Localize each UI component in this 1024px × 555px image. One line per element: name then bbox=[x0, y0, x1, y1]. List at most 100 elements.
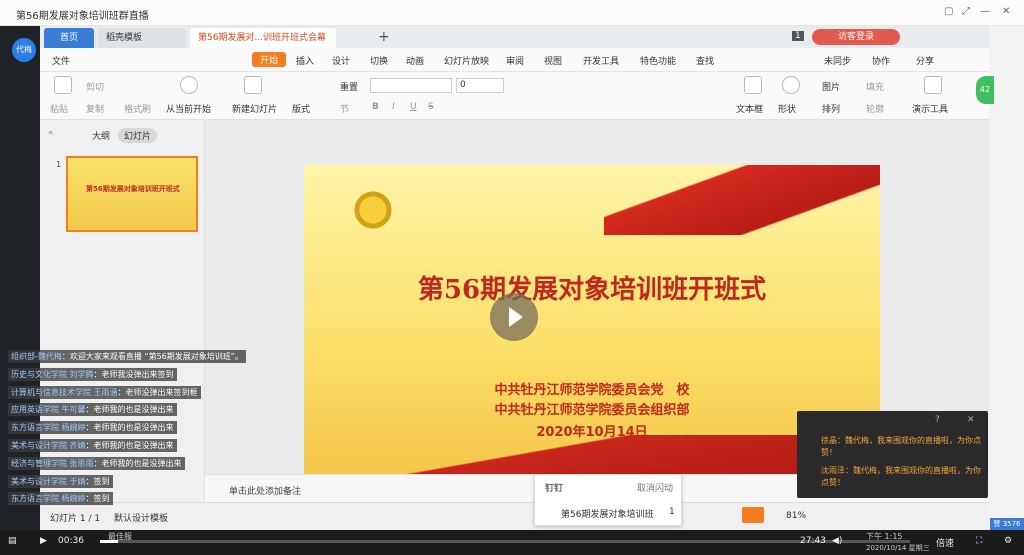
comment-item: 美术与设计学院 齐婧：老师我的也是没弹出来 bbox=[8, 439, 177, 452]
from-current-button[interactable]: 从当前开始 bbox=[166, 102, 211, 115]
menu-design[interactable]: 设计 bbox=[332, 54, 350, 67]
menu-animation[interactable]: 动画 bbox=[406, 54, 424, 67]
unsync-status[interactable]: 未同步 bbox=[824, 54, 851, 67]
format-painter-button[interactable]: 格式刷 bbox=[124, 102, 151, 115]
menu-search[interactable]: 查找 bbox=[696, 54, 714, 67]
tab-home[interactable]: 首页 bbox=[44, 28, 94, 48]
comment-author: 计算机与信息技术学院 王雨涵 bbox=[11, 387, 118, 397]
font-family-select[interactable] bbox=[370, 78, 452, 93]
shape-button[interactable]: 形状 bbox=[778, 102, 796, 115]
close-icon[interactable]: ✕ bbox=[1002, 6, 1010, 17]
section-button[interactable]: 节 bbox=[340, 102, 349, 115]
collab-button[interactable]: 协作 bbox=[872, 54, 890, 67]
paste-icon[interactable] bbox=[54, 76, 72, 94]
copy-button[interactable]: 复制 bbox=[86, 102, 104, 115]
italic-icon[interactable]: I bbox=[392, 102, 395, 112]
menu-review[interactable]: 审阅 bbox=[506, 54, 524, 67]
status-bar: 幻灯片 1 / 1 默认设计模板 81% bbox=[40, 502, 989, 530]
slideshow-play-button[interactable] bbox=[742, 507, 764, 523]
popup-close-icon[interactable]: ✕ bbox=[967, 415, 975, 425]
collapse-panel-icon[interactable]: « bbox=[48, 128, 54, 138]
slides-tab[interactable]: 幻灯片 bbox=[118, 128, 158, 143]
font-size-select[interactable]: 0 bbox=[456, 78, 504, 93]
comment-text: ：老师我的也是没弹出来 bbox=[85, 441, 174, 450]
dingding-item[interactable]: 第56期发展对象培训班 bbox=[561, 507, 653, 520]
new-slide-icon[interactable] bbox=[244, 76, 262, 94]
fullscreen-player-icon[interactable]: ⛶ bbox=[976, 536, 982, 546]
share-button[interactable]: 分享 bbox=[916, 54, 934, 67]
new-slide-button[interactable]: 新建幻灯片 bbox=[232, 102, 277, 115]
underline-icon[interactable]: U bbox=[410, 102, 417, 112]
shape-icon[interactable] bbox=[782, 76, 800, 94]
visitor-login-button[interactable]: 访客登录 bbox=[812, 29, 900, 45]
menu-bar: 文件 开始 插入 设计 切换 动画 幻灯片放映 审阅 视图 开发工具 特色功能 … bbox=[40, 48, 989, 72]
comment-text: ：老师我的也是没弹出来 bbox=[93, 458, 182, 468]
cancel-flash-button[interactable]: 取消闪动 bbox=[637, 481, 673, 494]
comment-item: 东方语言学院 杨婉婷：签到 bbox=[8, 492, 113, 506]
play-pause-icon[interactable]: ▶ bbox=[40, 536, 47, 546]
comment-item: 组织部-魏代梅：欢迎大家来观看直播 “第56期发展对象培训班”。 bbox=[8, 350, 246, 363]
speed-button[interactable]: 倍速 bbox=[936, 536, 954, 549]
page-count-badge: 1 bbox=[792, 31, 804, 41]
comment-author: 应用英语学院 牛可馨 bbox=[11, 405, 86, 415]
present-tools-icon[interactable] bbox=[924, 76, 942, 94]
progress-bar[interactable] bbox=[100, 540, 910, 543]
volume-icon[interactable]: ◀) bbox=[832, 536, 842, 546]
menu-file[interactable]: 文件 bbox=[52, 54, 70, 67]
comment-author: 组织部-魏代梅 bbox=[11, 352, 62, 361]
window-title-bar: 第56期发展对象培训班群直播 ▢ ⤢ — ✕ bbox=[0, 0, 1024, 26]
bold-icon[interactable]: B bbox=[372, 102, 379, 112]
textbox-icon[interactable] bbox=[744, 76, 762, 94]
slide-canvas[interactable]: 第56期发展对象培训班开班式 中共牡丹江师范学院委员会党 校 中共牡丹江师范学院… bbox=[304, 165, 880, 489]
red-flag-decoration bbox=[604, 165, 880, 235]
ribbon-toolbar: 粘贴 剪切 复制 格式刷 从当前开始 新建幻灯片 版式 节 重置 0 B I U… bbox=[40, 72, 994, 120]
current-time: 00:36 bbox=[58, 536, 84, 546]
reset-button[interactable]: 重置 bbox=[340, 80, 358, 93]
menu-insert[interactable]: 插入 bbox=[296, 54, 314, 67]
play-icon[interactable] bbox=[490, 293, 538, 341]
outline-button[interactable]: 轮廓 bbox=[866, 102, 884, 115]
comment-author: 美术与设计学院 齐婧 bbox=[11, 441, 86, 450]
play-from-current-icon[interactable] bbox=[180, 76, 198, 94]
notification-message: 沈雨泽：魏代梅，我来围观你的直播啦，为你点赞！ bbox=[821, 466, 981, 487]
picture-button[interactable]: 图片 bbox=[822, 80, 840, 93]
fullscreen-icon[interactable]: ⤢ bbox=[962, 6, 970, 17]
present-tools-button[interactable]: 演示工具 bbox=[912, 102, 948, 115]
comment-item: 历史与文化学院 刘学腾：老师我没弹出来签到 bbox=[8, 367, 177, 381]
comment-text: ：老师我的也是没弹出来 bbox=[85, 405, 174, 415]
tab-template[interactable]: 稻壳模板 bbox=[98, 28, 186, 48]
restore-icon[interactable]: ▢ bbox=[944, 6, 953, 17]
zoom-level[interactable]: 81% bbox=[786, 511, 806, 521]
new-tab-icon[interactable]: + bbox=[378, 29, 390, 45]
fill-button[interactable]: 填充 bbox=[866, 80, 884, 93]
subtitle-icon[interactable]: ▤ bbox=[8, 536, 17, 546]
cut-button[interactable]: 剪切 bbox=[86, 80, 104, 93]
strike-icon[interactable]: S bbox=[428, 102, 434, 112]
comment-author: 东方语言学院 杨婉婷 bbox=[11, 423, 86, 433]
duration: 27:43 bbox=[800, 536, 826, 546]
menu-switch[interactable]: 切换 bbox=[370, 54, 388, 67]
textbox-button[interactable]: 文本框 bbox=[736, 102, 763, 115]
tab-document[interactable]: 第56期发展对...训班开班式会幕 bbox=[190, 28, 336, 48]
thumbnail-title: 第56期发展对象培训班开班式 bbox=[86, 185, 180, 193]
paste-label[interactable]: 粘贴 bbox=[50, 102, 68, 115]
comment-text: ：老师我没弹出来签到 bbox=[93, 369, 174, 379]
layout-button[interactable]: 版式 bbox=[292, 102, 310, 115]
comment-author: 历史与文化学院 刘学腾 bbox=[11, 369, 94, 379]
menu-dev-tools[interactable]: 开发工具 bbox=[583, 54, 619, 67]
comment-item: 应用英语学院 牛可馨：老师我的也是没弹出来 bbox=[8, 403, 177, 417]
settings-icon[interactable]: ⚙ bbox=[1004, 536, 1012, 546]
menu-slideshow[interactable]: 幻灯片放映 bbox=[444, 54, 489, 67]
green-badge[interactable]: 42 bbox=[976, 76, 994, 104]
menu-start[interactable]: 开始 bbox=[252, 52, 287, 67]
taskbar-item: 最佳服 bbox=[108, 532, 132, 541]
menu-special[interactable]: 特色功能 bbox=[640, 54, 676, 67]
arrange-button[interactable]: 排列 bbox=[822, 102, 840, 115]
outline-tab[interactable]: 大纲 bbox=[92, 129, 110, 142]
minimize-icon[interactable]: — bbox=[980, 6, 990, 17]
window-title: 第56期发展对象培训班群直播 bbox=[16, 11, 149, 22]
avatar[interactable]: 代梅 bbox=[12, 38, 36, 62]
help-icon[interactable]: ? bbox=[935, 415, 940, 425]
slide-thumbnail[interactable]: 第56期发展对象培训班开班式 bbox=[66, 156, 198, 232]
menu-view[interactable]: 视图 bbox=[544, 54, 562, 67]
